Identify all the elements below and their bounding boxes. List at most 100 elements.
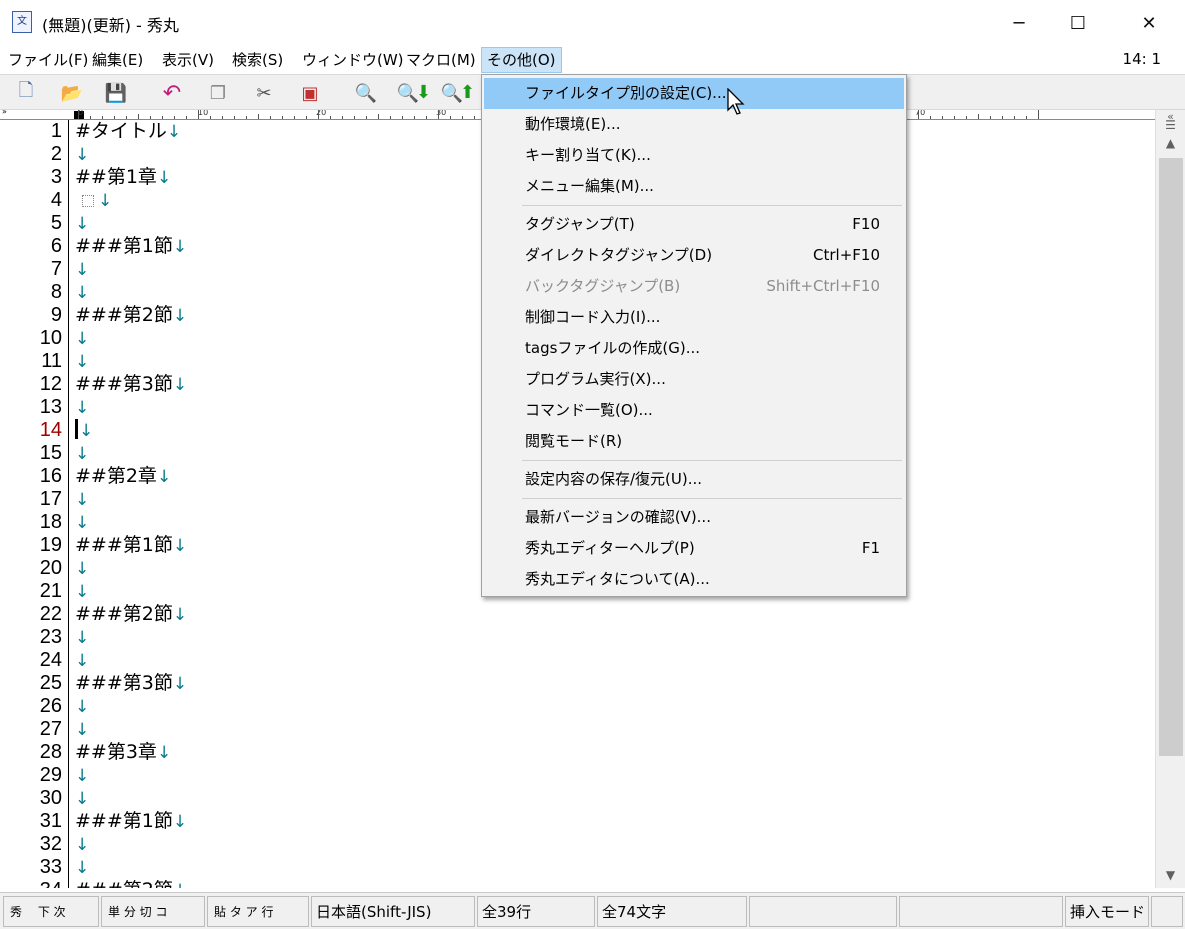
line-text[interactable]: ↓ [75,189,112,213]
scroll-down-icon[interactable]: ▼ [1156,868,1185,888]
line-text[interactable]: ###第1節↓ [75,810,187,834]
line-text[interactable]: ↓ [75,488,89,512]
line-text[interactable]: ↓ [75,327,89,351]
dropdown-menu-item[interactable]: 動作環境(E)... [484,109,904,140]
dropdown-menu-item[interactable]: 制御コード入力(I)... [484,302,904,333]
line-text[interactable]: ↓ [75,580,89,604]
line-text[interactable]: ###第2節↓ [75,879,187,888]
function-keys-1[interactable]: 秀 下 次 [3,896,99,927]
menu-edit[interactable]: 編集(E) [86,47,149,73]
editor-line[interactable]: 32 ↓ [0,833,1155,856]
editor-line[interactable]: 24 ↓ [0,649,1155,672]
line-text[interactable]: ↓ [75,281,89,305]
dropdown-menu-item[interactable]: tagsファイルの作成(G)... [484,333,904,364]
menu-view[interactable]: 表示(V) [156,47,220,73]
maximize-button[interactable]: ☐ [1049,0,1107,46]
editor-line[interactable]: 22 ###第2節↓ [0,603,1155,626]
arrow-down-icon: ⬇ [416,82,432,103]
editor-line[interactable]: 25 ###第3節↓ [0,672,1155,695]
open-folder-icon[interactable]: 📂 [58,80,86,106]
line-text[interactable]: #タイトル↓ [75,120,181,144]
line-text[interactable]: ↓ [75,258,89,282]
new-file-icon[interactable]: 🗋 [12,80,40,106]
dropdown-menu-item[interactable]: キー割り当て(K)... [484,140,904,171]
line-text[interactable]: ↓ [75,557,89,581]
paste-icon[interactable]: ▣ [296,80,324,106]
return-mark: ↓ [75,329,90,349]
line-text[interactable]: ↓ [75,626,89,650]
line-text[interactable]: ↓ [75,350,89,374]
menu-other[interactable]: その他(O) [481,47,562,73]
ruler-tick [210,116,211,119]
line-text[interactable]: ↓ [75,718,89,742]
line-text[interactable]: ↓ [75,143,89,167]
editor-line[interactable]: 29 ↓ [0,764,1155,787]
dropdown-menu-item[interactable]: 設定内容の保存/復元(U)... [484,464,904,495]
line-text[interactable]: ###第1節↓ [75,534,187,558]
scrollbar-thumb[interactable] [1159,158,1183,756]
menu-macro[interactable]: マクロ(M) [400,47,482,73]
line-text[interactable]: ↓ [75,511,89,535]
vertical-scrollbar[interactable]: « ☰ ▲ ▼ [1155,110,1185,888]
editor-line[interactable]: 28 ##第3章↓ [0,741,1155,764]
line-text[interactable]: ###第1節↓ [75,235,187,259]
line-text[interactable]: ↓ [75,396,89,420]
line-text[interactable]: ###第2節↓ [75,304,187,328]
dropdown-menu-item[interactable]: 秀丸エディターヘルプ(P) F1 [484,533,904,564]
ruler-tick [114,116,115,119]
editor-line[interactable]: 26 ↓ [0,695,1155,718]
line-text[interactable]: ↓ [75,419,93,443]
line-text[interactable]: ##第2章↓ [75,465,171,489]
line-text[interactable]: ###第3節↓ [75,672,187,696]
dropdown-menu-item[interactable]: 最新バージョンの確認(V)... [484,502,904,533]
scroll-up-icon[interactable]: ▲ [1156,136,1185,156]
line-text[interactable]: ###第2節↓ [75,603,187,627]
editor-line[interactable]: 33 ↓ [0,856,1155,879]
ruler-tick [258,114,259,119]
line-number: 19 [39,534,62,556]
search-icon[interactable]: 🔍 [352,80,380,106]
menu-item-label: メニュー編集(M)... [525,177,654,195]
undo-icon[interactable]: ↶ [158,80,186,106]
dropdown-menu-item[interactable]: コマンド一覧(O)... [484,395,904,426]
close-button[interactable]: ✕ [1120,0,1178,46]
menu-window[interactable]: ウィンドウ(W) [296,47,410,73]
insert-mode-status[interactable]: 挿入モード [1065,896,1149,927]
menu-file[interactable]: ファイル(F) [2,47,94,73]
editor-line[interactable]: 34 ###第2節↓ [0,879,1155,888]
dropdown-menu-item[interactable]: 閲覧モード(R) [484,426,904,457]
line-text[interactable]: ↓ [75,695,89,719]
editor-line[interactable]: 27 ↓ [0,718,1155,741]
line-text[interactable]: ↓ [75,442,89,466]
line-text[interactable]: ↓ [75,649,89,673]
function-keys-3[interactable]: 貼 タ ア 行 [207,896,309,927]
line-text[interactable]: ↓ [75,764,89,788]
cut-icon[interactable]: ✂ [250,80,278,106]
status-empty-2 [899,896,1063,927]
dropdown-menu-item[interactable]: メニュー編集(M)... [484,171,904,202]
function-keys-2[interactable]: 単 分 切 コ [101,896,205,927]
dropdown-menu-item[interactable]: タグジャンプ(T) F10 [484,209,904,240]
line-text[interactable]: ↓ [75,833,89,857]
line-text[interactable]: ↓ [75,787,89,811]
ruler-tick [294,116,295,119]
copy-icon[interactable]: ❐ [204,80,232,106]
encoding-status[interactable]: 日本語(Shift-JIS) [311,896,475,927]
editor-line[interactable]: 23 ↓ [0,626,1155,649]
list-icon[interactable]: ☰ [1156,118,1185,138]
minimize-button[interactable]: ─ [990,0,1048,46]
dropdown-menu-item[interactable]: 秀丸エディタについて(A)... [484,564,904,595]
menu-separator [522,498,902,499]
dropdown-menu-item[interactable]: ダイレクトタグジャンプ(D) Ctrl+F10 [484,240,904,271]
line-text[interactable]: ##第1章↓ [75,166,171,190]
line-text[interactable]: ↓ [75,212,89,236]
save-icon[interactable]: 💾 [102,80,130,106]
line-text[interactable]: ↓ [75,856,89,880]
line-text[interactable]: ###第3節↓ [75,373,187,397]
editor-line[interactable]: 31 ###第1節↓ [0,810,1155,833]
dropdown-menu-item[interactable]: ファイルタイプ別の設定(C)... [484,78,904,109]
dropdown-menu-item[interactable]: プログラム実行(X)... [484,364,904,395]
editor-line[interactable]: 30 ↓ [0,787,1155,810]
line-text[interactable]: ##第3章↓ [75,741,171,765]
menu-search[interactable]: 検索(S) [226,47,289,73]
